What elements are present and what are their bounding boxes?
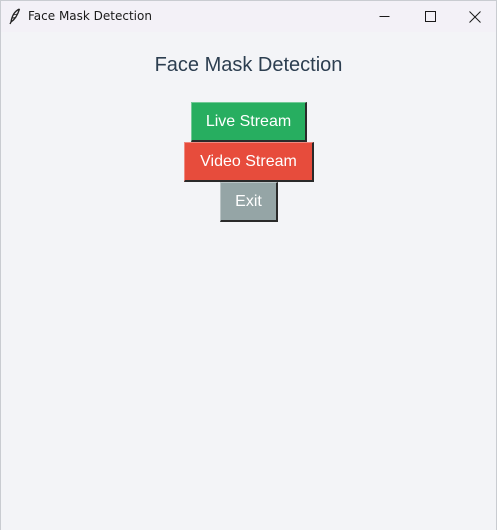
maximize-button[interactable] — [407, 1, 453, 32]
feather-icon — [8, 8, 22, 25]
window-title: Face Mask Detection — [28, 9, 152, 23]
title-bar[interactable]: Face Mask Detection — [1, 1, 496, 32]
close-button[interactable] — [452, 1, 497, 32]
video-stream-button[interactable]: Video Stream — [184, 142, 314, 182]
app-window: Face Mask Detection Face Mask Detection … — [0, 0, 497, 530]
main-content: Face Mask Detection Live Stream Video St… — [1, 32, 496, 530]
minimize-button[interactable] — [361, 1, 407, 32]
close-icon — [469, 10, 481, 23]
minimize-icon — [379, 11, 390, 22]
maximize-icon — [424, 11, 436, 22]
page-title: Face Mask Detection — [154, 54, 343, 76]
live-stream-button[interactable]: Live Stream — [191, 102, 307, 142]
exit-button[interactable]: Exit — [220, 182, 278, 222]
